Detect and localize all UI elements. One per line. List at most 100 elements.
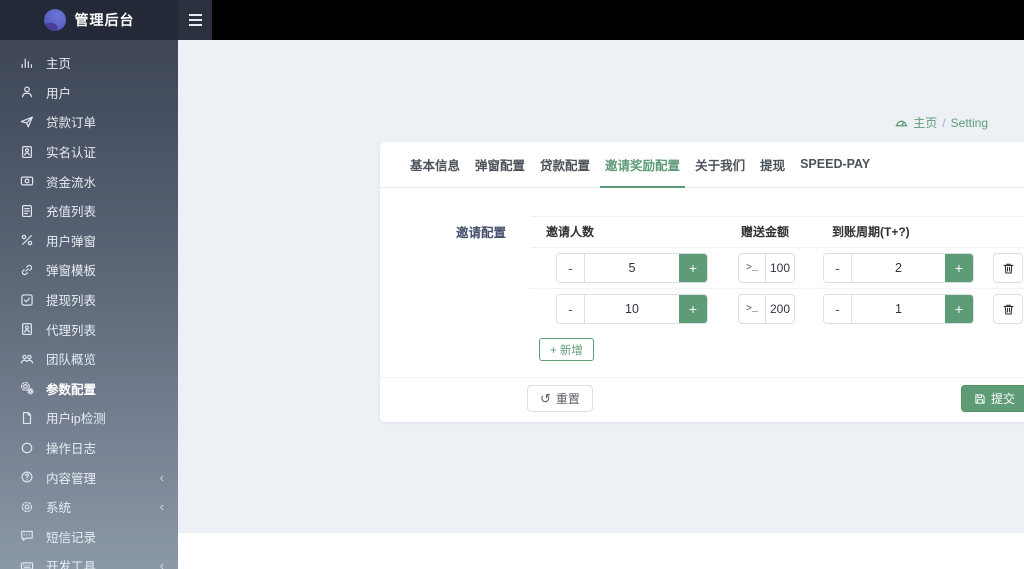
bonus-amount-value[interactable]: 100 <box>766 254 794 282</box>
tab-6[interactable]: SPEED-PAY <box>795 142 875 188</box>
invite-count-stepper: - 10 + <box>556 294 708 324</box>
tab-2[interactable]: 贷款配置 <box>535 142 595 188</box>
chart-bar-icon <box>19 55 34 70</box>
money-flow-icon <box>19 174 34 189</box>
delete-row-button[interactable] <box>993 253 1023 283</box>
increment-button[interactable]: + <box>679 295 707 323</box>
arrival-period-value[interactable]: 1 <box>852 295 945 323</box>
sidebar-item-label: 用户 <box>46 86 72 101</box>
sidebar-item-2[interactable]: 贷款订单 ‹ <box>0 107 178 137</box>
tab-3[interactable]: 邀请奖励配置 <box>600 142 686 188</box>
dashboard-icon <box>895 116 908 129</box>
decrement-button[interactable]: - <box>557 254 585 282</box>
invite-table-body: - 5 + >_ 100 - 2 + - 10 + >_ 200 - 1 + <box>530 248 1024 329</box>
sidebar-item-label: 团队概览 <box>46 353 97 368</box>
arrival-period-stepper: - 2 + <box>823 253 974 283</box>
sidebar-item-label: 提现列表 <box>46 294 97 309</box>
footer-strip <box>178 533 1024 569</box>
arrival-period-value[interactable]: 2 <box>852 254 945 282</box>
sidebar-toggle-button[interactable] <box>178 0 212 40</box>
topbar: 管理后台 <box>0 0 1024 40</box>
sidebar-item-label: 代理列表 <box>46 323 97 338</box>
submit-button[interactable]: 提交 <box>960 385 1024 412</box>
terminal-prompt-icon: >_ <box>739 295 766 323</box>
sidebar-item-12[interactable]: 用户ip检测 ‹ <box>0 403 178 433</box>
check-square-icon <box>19 292 34 307</box>
agent-file-icon <box>19 322 34 337</box>
column-header-bonus-amount: 赠送金额 <box>741 225 790 239</box>
decrement-button[interactable]: - <box>824 254 852 282</box>
bonus-amount-input: >_ 200 <box>738 294 795 324</box>
sidebar-item-17[interactable]: 开发工具 ‹ <box>0 551 178 569</box>
sidebar-item-8[interactable]: 提现列表 ‹ <box>0 285 178 315</box>
sidebar-item-15[interactable]: 系统 ‹ <box>0 492 178 522</box>
breadcrumb-separator: / <box>942 115 946 130</box>
question-circle-icon <box>19 470 34 485</box>
sidebar-item-label: 资金流水 <box>46 175 97 190</box>
tab-0[interactable]: 基本信息 <box>405 142 465 188</box>
sidebar-item-4[interactable]: 资金流水 ‹ <box>0 166 178 196</box>
sidebar-item-10[interactable]: 团队概览 ‹ <box>0 344 178 374</box>
sidebar-item-1[interactable]: 用户 ‹ <box>0 78 178 108</box>
invite-count-value[interactable]: 10 <box>585 295 679 323</box>
arrival-period-stepper: - 1 + <box>823 294 974 324</box>
add-row-button[interactable]: + 新增 <box>539 338 594 361</box>
settings-card: 基本信息 弹窗配置 贷款配置 邀请奖励配置 关于我们 提现 SPEED-PAY 邀请配置 邀… <box>380 142 1024 422</box>
sidebar: 主页 ‹ 用户 ‹ 贷款订单 ‹ 实名认证 ‹ 资金流水 ‹ 充值列表 ‹ 用户… <box>0 40 178 569</box>
reset-button[interactable]: ↺ 重置 <box>527 385 593 412</box>
sidebar-item-label: 贷款订单 <box>46 116 97 131</box>
sidebar-item-label: 主页 <box>46 57 72 72</box>
keyboard-icon <box>19 558 34 569</box>
sidebar-item-label: 弹窗模板 <box>46 264 97 279</box>
sidebar-item-label: 内容管理 <box>46 471 97 486</box>
decrement-button[interactable]: - <box>824 295 852 323</box>
increment-button[interactable]: + <box>679 254 707 282</box>
increment-button[interactable]: + <box>945 295 973 323</box>
sidebar-item-0[interactable]: 主页 ‹ <box>0 48 178 78</box>
sidebar-item-14[interactable]: 内容管理 ‹ <box>0 462 178 492</box>
link-icon <box>19 262 34 277</box>
table-row: - 10 + >_ 200 - 1 + <box>530 289 1024 329</box>
main-content: 主页 / Setting 基本信息 弹窗配置 贷款配置 邀请奖励配置 关于我们 提现 SPE… <box>178 40 1024 569</box>
sidebar-item-9[interactable]: 代理列表 ‹ <box>0 314 178 344</box>
table-row: - 5 + >_ 100 - 2 + <box>530 248 1024 289</box>
bonus-amount-value[interactable]: 200 <box>766 295 794 323</box>
tab-5[interactable]: 提现 <box>755 142 790 188</box>
sidebar-item-7[interactable]: 弹窗模板 ‹ <box>0 255 178 285</box>
decrement-button[interactable]: - <box>557 295 585 323</box>
sidebar-item-label: 实名认证 <box>46 146 97 161</box>
sidebar-item-3[interactable]: 实名认证 ‹ <box>0 137 178 167</box>
card-footer: ↺ 重置 提交 <box>380 377 1024 412</box>
breadcrumb: 主页 / Setting <box>895 114 988 131</box>
invite-config-form: 邀请配置 邀请人数 赠送金额 到账周期(T+?) - 5 + >_ 100 - … <box>380 188 1024 376</box>
circle-icon <box>19 440 34 455</box>
users-group-icon <box>19 351 34 366</box>
sidebar-item-label: 系统 <box>46 501 72 516</box>
file-icon <box>19 410 34 425</box>
sidebar-item-5[interactable]: 充值列表 ‹ <box>0 196 178 226</box>
gear-icon <box>19 499 34 514</box>
admin-app: 管理后台 主页 ‹ 用户 ‹ 贷款订单 ‹ 实名认证 ‹ 资金流水 ‹ <box>0 0 1024 569</box>
sidebar-item-6[interactable]: 用户弹窗 ‹ <box>0 226 178 256</box>
sidebar-item-16[interactable]: 短信记录 ‹ <box>0 522 178 552</box>
increment-button[interactable]: + <box>945 254 973 282</box>
hamburger-icon <box>188 14 202 16</box>
tab-1[interactable]: 弹窗配置 <box>470 142 530 188</box>
invite-count-value[interactable]: 5 <box>585 254 679 282</box>
sidebar-item-13[interactable]: 操作日志 ‹ <box>0 433 178 463</box>
breadcrumb-home-link[interactable]: 主页 <box>913 114 937 131</box>
user-icon <box>19 85 34 100</box>
invite-count-stepper: - 5 + <box>556 253 708 283</box>
delete-row-button[interactable] <box>993 294 1023 324</box>
chevron-left-icon: ‹ <box>159 499 164 515</box>
invite-table-header: 邀请人数 赠送金额 到账周期(T+?) <box>530 216 1024 248</box>
sidebar-item-label: 开发工具 <box>46 560 97 569</box>
brand-title: 管理后台 <box>74 12 135 28</box>
chevron-left-icon: ‹ <box>159 469 164 485</box>
paper-plane-icon <box>19 114 34 129</box>
sidebar-item-11[interactable]: 参数配置 ‹ <box>0 374 178 404</box>
section-label: 邀请配置 <box>456 226 507 240</box>
brand: 管理后台 <box>0 0 178 40</box>
tab-4[interactable]: 关于我们 <box>690 142 750 188</box>
settings-tabs: 基本信息 弹窗配置 贷款配置 邀请奖励配置 关于我们 提现 SPEED-PAY <box>380 142 1024 188</box>
